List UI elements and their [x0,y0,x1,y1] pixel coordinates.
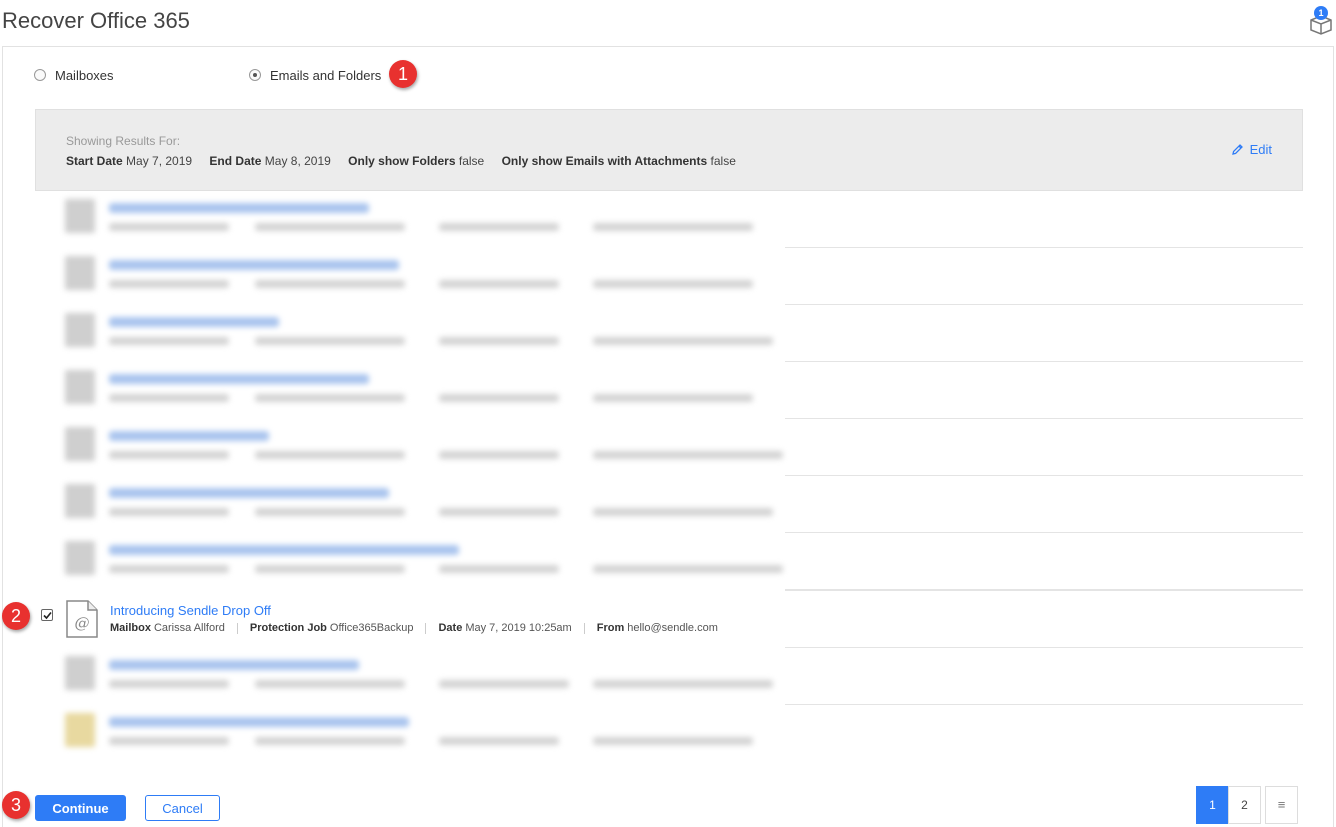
filter-attachments-value: false [710,154,736,168]
blurred-row [35,533,1303,590]
filter-attachments-label: Only show Emails with Attachments [501,154,708,168]
email-subject-link[interactable]: Introducing Sendle Drop Off [110,603,271,618]
edit-filters-link[interactable]: Edit [1231,142,1272,157]
filter-end-value: May 8, 2019 [264,154,331,168]
filter-folders-value: false [458,154,485,168]
filter-criteria: Start Date May 7, 2019 End Date May 8, 2… [66,154,736,168]
meta-from-value: hello@sendle.com [627,622,718,634]
cart-button[interactable]: 1 [1308,6,1334,36]
step-marker-1: 1 [389,60,417,88]
page-2-button[interactable]: 2 [1228,786,1261,824]
blurred-row [35,248,1303,305]
blurred-row [35,191,1303,248]
filter-heading: Showing Results For: [66,134,181,148]
blurred-row [35,476,1303,533]
filter-start-label: Start Date [66,154,123,168]
selected-email-row[interactable]: @ Introducing Sendle Drop Off Mailbox Ca… [35,597,1303,647]
blurred-row [35,305,1303,362]
filter-start-value: May 7, 2019 [126,154,193,168]
meta-date-label: Date [438,622,463,634]
pencil-icon [1231,144,1243,155]
filter-end-label: End Date [209,154,262,168]
cancel-button[interactable]: Cancel [145,795,220,821]
filter-folders-label: Only show Folders [348,154,456,168]
cart-badge: 1 [1314,6,1328,20]
email-file-icon: @ [66,600,98,638]
filter-summary: Showing Results For: Start Date May 7, 2… [35,109,1303,191]
meta-mailbox-label: Mailbox [110,622,151,634]
meta-from-label: From [596,622,625,634]
pagination: 1 2 ≡ [1196,786,1298,824]
step-marker-3: 3 [2,791,30,819]
radio-mailboxes-label: Mailboxes [55,67,114,83]
email-checkbox[interactable] [41,609,53,621]
page-title: Recover Office 365 [2,8,190,33]
radio-emails-folders[interactable]: Emails and Folders [249,66,381,84]
blurred-row [35,648,1303,705]
radio-mailboxes-control[interactable] [34,69,46,81]
svg-text:@: @ [75,614,90,632]
continue-button[interactable]: Continue [35,795,126,821]
blurred-row [35,419,1303,476]
checkmark-icon [43,611,52,620]
page-1-button[interactable]: 1 [1196,786,1229,824]
email-meta: Mailbox Carissa Allford Protection Job O… [110,622,718,634]
list-view-icon[interactable]: ≡ [1265,786,1298,824]
meta-date-value: May 7, 2019 10:25am [465,622,572,634]
radio-emails-folders-label: Emails and Folders [270,67,382,83]
blurred-row [35,362,1303,419]
edit-label: Edit [1249,142,1272,157]
step-marker-2: 2 [2,602,30,630]
radio-emails-folders-control[interactable] [249,69,261,81]
meta-job-label: Protection Job [249,622,327,634]
blurred-row [35,705,1303,762]
meta-mailbox-value: Carissa Allford [153,622,225,634]
meta-job-value: Office365Backup [329,622,414,634]
radio-mailboxes[interactable]: Mailboxes [34,66,114,84]
